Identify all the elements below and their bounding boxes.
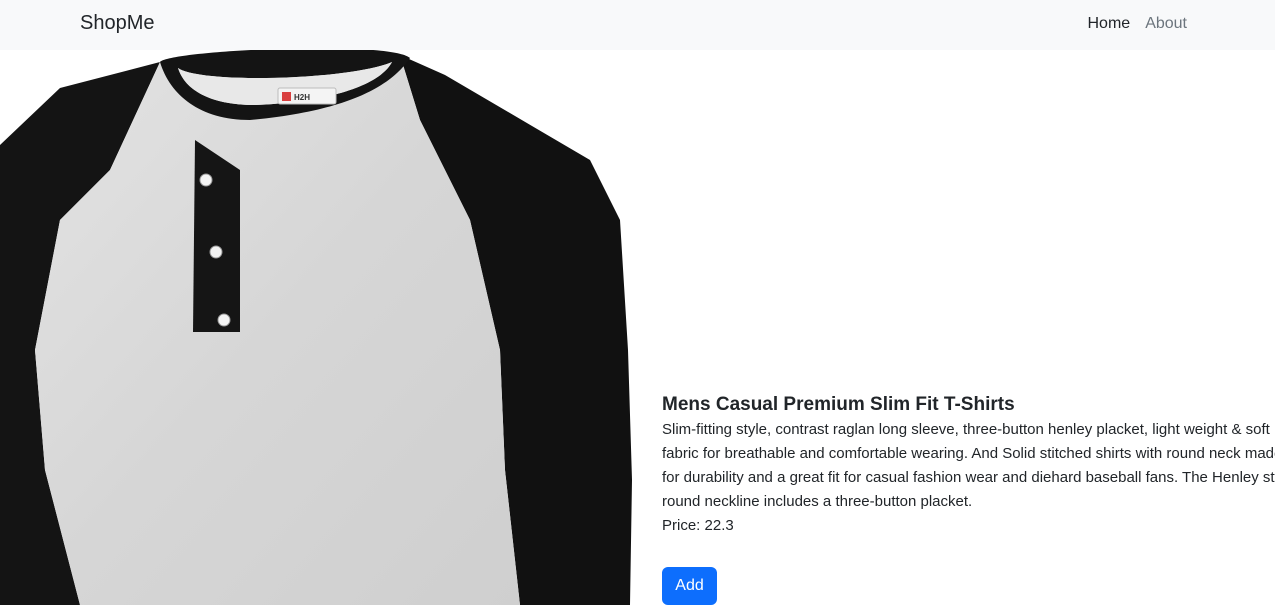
shirt-button-3 — [217, 313, 231, 327]
nav-about-link[interactable]: About — [1145, 15, 1187, 33]
shirt-button-1 — [199, 173, 213, 187]
product-title: Mens Casual Premium Slim Fit T-Shirts — [662, 394, 1015, 415]
placket — [193, 140, 240, 332]
nav-links: Home About — [1088, 15, 1188, 33]
shirt-button-2 — [209, 245, 223, 259]
navbar: ShopMe Home About — [0, 0, 1275, 50]
label-logo — [282, 92, 291, 101]
tshirt-illustration: H2H — [0, 50, 632, 605]
product-details: Mens Casual Premium Slim Fit T-Shirts Sl… — [662, 392, 1275, 538]
product-description: Slim-fitting style, contrast raglan long… — [662, 421, 1275, 510]
label-text: H2H — [294, 93, 310, 102]
product-image: H2H — [0, 50, 640, 605]
brand-link[interactable]: ShopMe — [80, 12, 155, 35]
nav-home-link[interactable]: Home — [1088, 15, 1131, 33]
add-to-cart-button[interactable]: Add — [662, 567, 717, 605]
product-price: Price: 22.3 — [662, 517, 734, 534]
